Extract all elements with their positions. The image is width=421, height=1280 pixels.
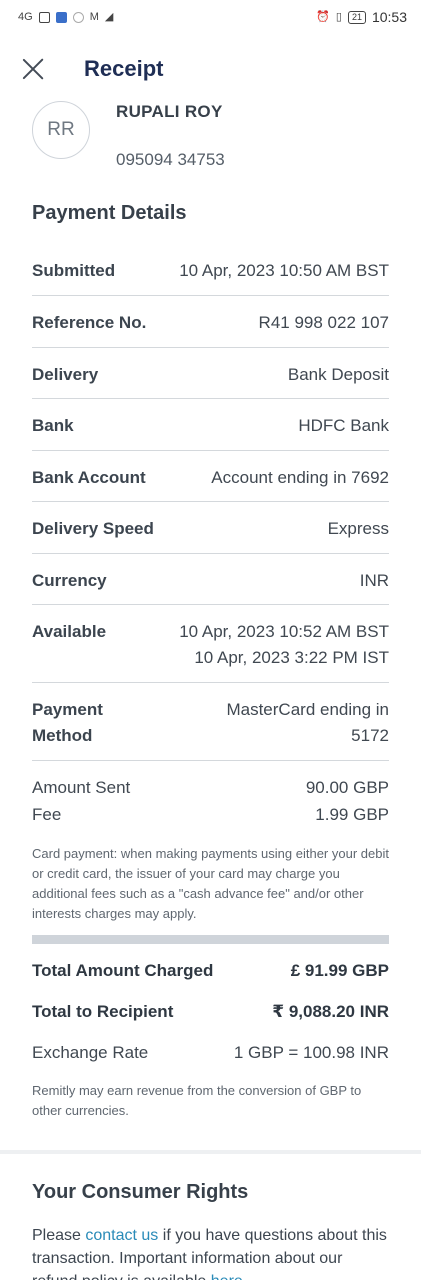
circle-notification-icon — [72, 11, 84, 23]
fee-value: 1.99 GBP — [315, 805, 389, 824]
detail-row-delivery-speed: Delivery Speed Express — [32, 502, 389, 554]
detail-value: 10 Apr, 2023 10:52 AM BST 10 Apr, 2023 3… — [179, 622, 389, 667]
detail-value: Account ending in 7692 — [211, 468, 389, 487]
total-charged-value: £ 91.99 GBP — [290, 961, 389, 980]
detail-value: MasterCard ending in 5172 — [226, 700, 389, 745]
detail-label: Currency — [32, 571, 107, 590]
total-recipient-value: ₹ 9,088.20 INR — [272, 1002, 389, 1021]
consumer-rights-text: Please contact us if you have questions … — [32, 1224, 389, 1280]
detail-label: Delivery Speed — [32, 519, 154, 538]
card-payment-note: Card payment: when making payments using… — [32, 846, 389, 921]
detail-value: Bank Deposit — [287, 365, 389, 384]
detail-label: Reference No. — [32, 313, 147, 332]
detail-row-payment-method: Payment Method MasterCard ending in 5172 — [32, 683, 389, 761]
total-recipient-line: Total to Recipient ₹ 9,088.20 INR — [32, 1002, 389, 1022]
detail-label: Bank Account — [32, 468, 146, 487]
section-divider — [32, 935, 389, 944]
detail-row-submitted: Submitted 10 Apr, 2023 10:50 AM BST — [32, 244, 389, 296]
detail-label: Available — [32, 622, 107, 641]
amount-sent-label: Amount Sent — [32, 778, 131, 797]
detail-label: Payment Method — [32, 700, 103, 745]
total-charged-line: Total Amount Charged £ 91.99 GBP — [32, 961, 389, 981]
total-recipient-label: Total to Recipient — [32, 1002, 174, 1021]
payment-details-title: Payment Details — [32, 202, 187, 224]
app-header: Receipt — [0, 52, 421, 88]
gmail-icon: M — [89, 10, 99, 23]
revenue-note: Remitly may earn revenue from the conver… — [32, 1083, 362, 1118]
status-left: 4G M ◢ — [18, 10, 114, 23]
exchange-rate-line: Exchange Rate 1 GBP = 100.98 INR — [32, 1043, 389, 1063]
telegram-icon: ◢ — [104, 10, 114, 23]
detail-row-bank: Bank HDFC Bank — [32, 399, 389, 451]
exchange-rate-value: 1 GBP = 100.98 INR — [233, 1043, 389, 1062]
detail-label: Delivery — [32, 365, 99, 384]
refund-policy-link[interactable]: here — [211, 1273, 243, 1280]
message-notification-icon — [55, 11, 67, 23]
detail-value: INR — [359, 571, 389, 590]
detail-row-reference: Reference No. R41 998 022 107 — [32, 296, 389, 348]
close-icon[interactable] — [20, 56, 46, 82]
recipient-name: RUPALI ROY — [116, 102, 223, 121]
recipient-phone: 095094 34753 — [116, 150, 225, 169]
app-notification-icon — [38, 11, 50, 23]
section-separator — [0, 1150, 421, 1154]
detail-label: Submitted — [32, 261, 116, 280]
status-time: 10:53 — [371, 9, 407, 25]
detail-value: Express — [327, 519, 389, 538]
battery-icon: 21 — [347, 10, 366, 24]
detail-label: Bank — [32, 416, 74, 435]
detail-value: HDFC Bank — [298, 416, 389, 435]
detail-row-bank-account: Bank Account Account ending in 7692 — [32, 451, 389, 502]
payment-details-list: Submitted 10 Apr, 2023 10:50 AM BST Refe… — [32, 244, 389, 761]
detail-row-available: Available 10 Apr, 2023 10:52 AM BST 10 A… — [32, 605, 389, 683]
network-indicator: 4G — [18, 10, 33, 23]
detail-value: 10 Apr, 2023 10:50 AM BST — [179, 261, 389, 280]
fee-label: Fee — [32, 805, 62, 824]
amount-sent-value: 90.00 GBP — [305, 778, 389, 797]
detail-value: R41 998 022 107 — [258, 313, 389, 332]
total-charged-label: Total Amount Charged — [32, 961, 214, 980]
fee-line: Fee 1.99 GBP — [32, 805, 389, 825]
detail-row-currency: Currency INR — [32, 554, 389, 605]
exchange-rate-label: Exchange Rate — [32, 1043, 149, 1062]
avatar: RR — [32, 101, 90, 159]
alarm-icon: ⏰ — [316, 10, 330, 23]
detail-row-delivery: Delivery Bank Deposit — [32, 348, 389, 399]
consumer-rights-title: Your Consumer Rights — [32, 1181, 249, 1203]
contact-us-link[interactable]: contact us — [85, 1227, 158, 1244]
status-right: ⏰ ▯ 21 10:53 — [316, 9, 407, 25]
page-title: Receipt — [84, 56, 164, 81]
amount-sent-line: Amount Sent 90.00 GBP — [32, 778, 389, 798]
status-bar: 4G M ◢ ⏰ ▯ 21 10:53 — [0, 0, 421, 34]
vibrate-icon: ▯ — [335, 10, 342, 23]
